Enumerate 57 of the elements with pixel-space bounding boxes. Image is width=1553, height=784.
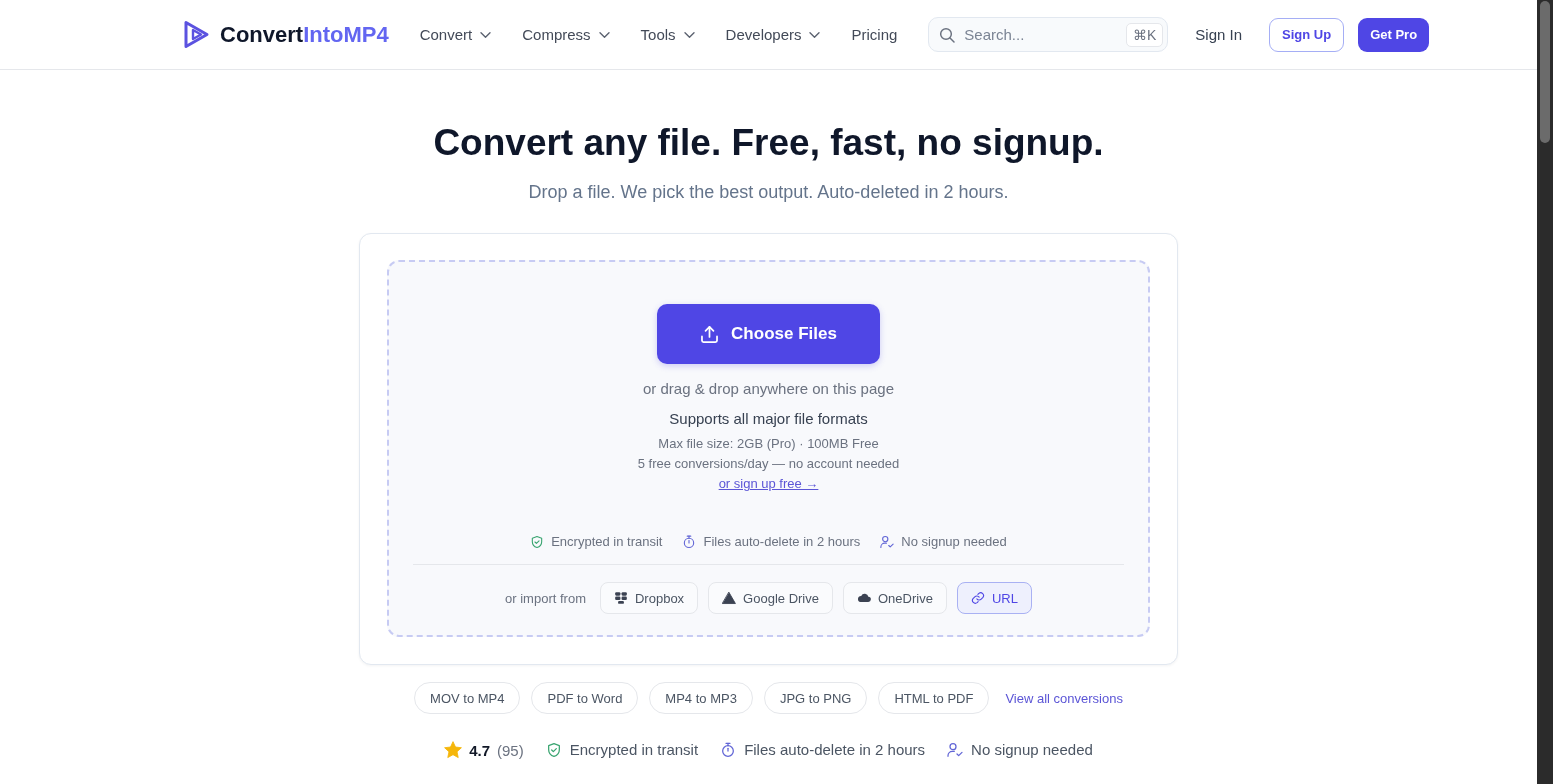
import-label: or import from [505,590,586,606]
sign-in-link[interactable]: Sign In [1195,26,1243,43]
boxes-icon [613,591,628,605]
import-source-button[interactable]: Google Drive [708,582,833,614]
trust-label: Files auto-delete in 2 hours [703,533,861,551]
nav-link[interactable]: Pricing [851,26,898,43]
trust-label: No signup needed [901,533,1007,551]
play-logo-icon[interactable] [183,19,210,50]
triangle-icon [722,591,737,605]
nav-menu[interactable]: Convert [419,26,492,43]
shortcut-hint: ⌘K [1126,23,1164,47]
limit-note: Max file size: 2GB (Pro) · 100MB Free [658,435,879,453]
upload-icon [700,324,720,344]
chevron-down-icon [683,31,695,38]
import-source-button[interactable]: Dropbox [599,582,699,614]
nav-menu[interactable]: Developers [725,26,821,43]
logo-text[interactable]: ConvertIntoMP4 [220,21,389,48]
nav-menu[interactable]: Compress [522,26,610,43]
trust-label: Files auto-delete in 2 hours [744,740,926,760]
import-source-button[interactable]: URL [956,582,1032,614]
drop-zone[interactable] [387,260,1150,637]
stopwatch-icon [682,535,697,549]
chevron-down-icon [598,31,610,38]
user-check-icon [947,742,964,758]
trust-label: Encrypted in transit [569,740,699,760]
shield-check-icon [530,535,545,549]
link-icon [970,591,985,605]
scrollbar-thumb[interactable] [1540,1,1550,143]
formats-note: Supports all major file formats [669,409,868,429]
star-icon [444,741,463,759]
chevron-down-icon [480,31,492,38]
limit-note: 5 free conversions/day — no account needed [637,455,900,473]
conversion-chip[interactable]: PDF to Word [531,682,639,714]
rating-count: (95) [497,741,524,759]
cloud-icon [857,591,871,605]
sign-up-link[interactable]: or sign up free → [718,474,819,494]
page-subtitle: Drop a file. We pick the best output. Auto-deleted in 2 hours. [528,181,1009,204]
conversion-chip[interactable]: MOV to MP4 [414,682,521,714]
get-pro-button[interactable]: Get Pro [1358,17,1430,52]
search-icon [939,26,956,43]
choose-files-button[interactable]: Choose Files [657,304,880,364]
user-check-icon [880,535,895,549]
conversion-chip[interactable]: HTML to PDF [878,682,990,714]
import-source-button[interactable]: OneDrive [843,582,947,614]
trust-label: No signup needed [971,740,1093,760]
sign-up-button[interactable]: Sign Up [1269,17,1345,52]
shield-check-icon [545,742,562,758]
nav-menu[interactable]: Tools [640,26,695,43]
chevron-down-icon [809,31,821,38]
view-all-link[interactable]: View all conversions [1005,690,1123,706]
trust-label: Encrypted in transit [551,533,663,551]
rating-score: 4.7 [469,741,491,759]
conversion-chip[interactable]: JPG to PNG [763,682,868,714]
conversion-chip[interactable]: MP4 to MP3 [649,682,753,714]
drag-drop-hint: or drag & drop anywhere on this page [643,379,894,399]
page-title: Convert any file. Free, fast, no signup. [433,121,1104,165]
stopwatch-icon [720,742,737,758]
